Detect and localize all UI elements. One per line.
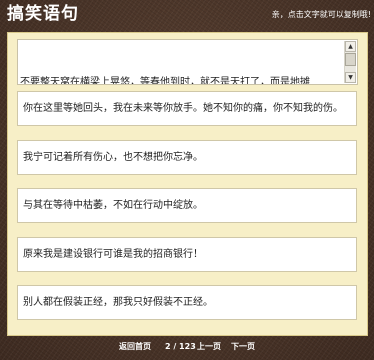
pagination-bar: 返回首页 2 / 123 上一页 下一页 [0, 340, 374, 356]
list-item[interactable]: 别人都在假装正经，那我只好假装不正经。 [17, 285, 357, 320]
list-item-text[interactable]: 我宁可记着所有伤心，也不想把你忘净。 [23, 151, 203, 164]
scroll-thumb[interactable] [345, 53, 356, 66]
list-item-text[interactable]: 你在这里等她回头，我在未来等你放手。她不知你的痛，你不知我的伤。 [23, 102, 343, 115]
prev-page-link[interactable]: 上一页 [197, 342, 221, 352]
list-item-text[interactable]: 原来我是建设银行可谁是我的招商银行！ [23, 248, 203, 261]
home-link[interactable]: 返回首页 [119, 342, 151, 352]
vertical-scrollbar[interactable]: ▲ ▼ [344, 41, 356, 83]
scroll-up-arrow-icon[interactable]: ▲ [345, 41, 356, 52]
list-item[interactable]: 与其在等待中枯萎，不如在行动中绽放。 [17, 188, 357, 223]
next-page-link[interactable]: 下一页 [231, 342, 255, 352]
list-item[interactable]: 我宁可记着所有伤心，也不想把你忘净。 [17, 140, 357, 175]
page-indicator: 2 / 123 [165, 342, 196, 351]
list-item[interactable]: 你在这里等她回头，我在未来等你放手。她不知你的痛，你不知我的伤。 [17, 91, 357, 126]
page-title: 搞笑语句 [7, 4, 79, 24]
list-item-scrollable[interactable]: 不要整天窝在横梁上晃悠，等春他到时，就不是天打了，而是地摊 ▲ ▼ [17, 39, 358, 85]
scroll-down-arrow-icon[interactable]: ▼ [345, 72, 356, 83]
app-header: 搞笑语句 亲，点击文字就可以复制哦! [0, 0, 374, 30]
list-item-text[interactable]: 不要整天窝在横梁上晃悠，等春他到时，就不是天打了，而是地摊 [20, 76, 340, 84]
list-item[interactable]: 原来我是建设银行可谁是我的招商银行！ [17, 237, 357, 272]
copy-hint: 亲，点击文字就可以复制哦! [271, 10, 371, 19]
list-item-text[interactable]: 别人都在假装正经，那我只好假装不正经。 [23, 296, 213, 309]
list-item-text[interactable]: 与其在等待中枯萎，不如在行动中绽放。 [23, 199, 203, 212]
